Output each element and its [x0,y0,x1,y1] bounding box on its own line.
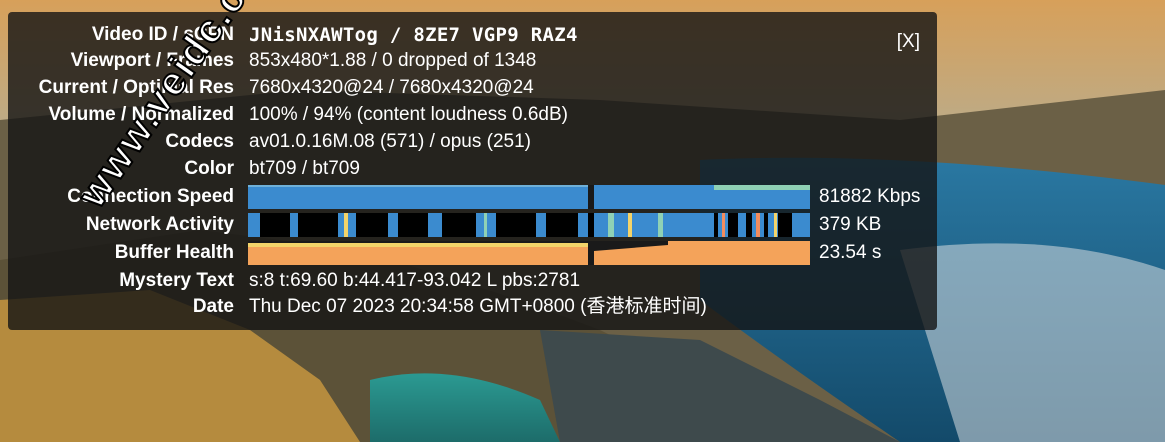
network-activity-graph [248,213,810,237]
value-connection-speed: 81882 Kbps [819,186,921,207]
value-volume: 100% / 94% (content loudness 0.6dB) [249,104,568,125]
value-network-activity: 379 KB [819,214,882,235]
value-codecs: av01.0.16M.08 (571) / opus (251) [249,131,532,152]
label-buffer-health: Buffer Health [114,242,234,263]
connection-speed-graph [248,185,810,209]
value-buffer-health: 23.54 s [819,242,882,263]
value-resolution: 7680x4320@24 / 7680x4320@24 [249,77,534,98]
buffer-health-graph [248,241,810,265]
value-video-id: JNisNXAWTog / 8ZE7 VGP9 RAZ4 [249,24,578,46]
label-date: Date [192,296,234,317]
value-viewport: 853x480*1.88 / 0 dropped of 1348 [249,50,537,71]
stats-for-nerds-panel: [X] Video ID / sCPN JNisNXAWTog / 8ZE7 V… [8,12,937,330]
label-network-activity: Network Activity [85,214,234,235]
value-color: bt709 / bt709 [249,158,360,179]
label-mystery-text: Mystery Text [119,270,234,291]
value-date: Thu Dec 07 2023 20:34:58 GMT+0800 (香港标准时… [249,296,707,317]
close-button[interactable]: [X] [897,31,920,53]
value-mystery-text: s:8 t:69.60 b:44.417-93.042 L pbs:2781 [249,270,581,291]
